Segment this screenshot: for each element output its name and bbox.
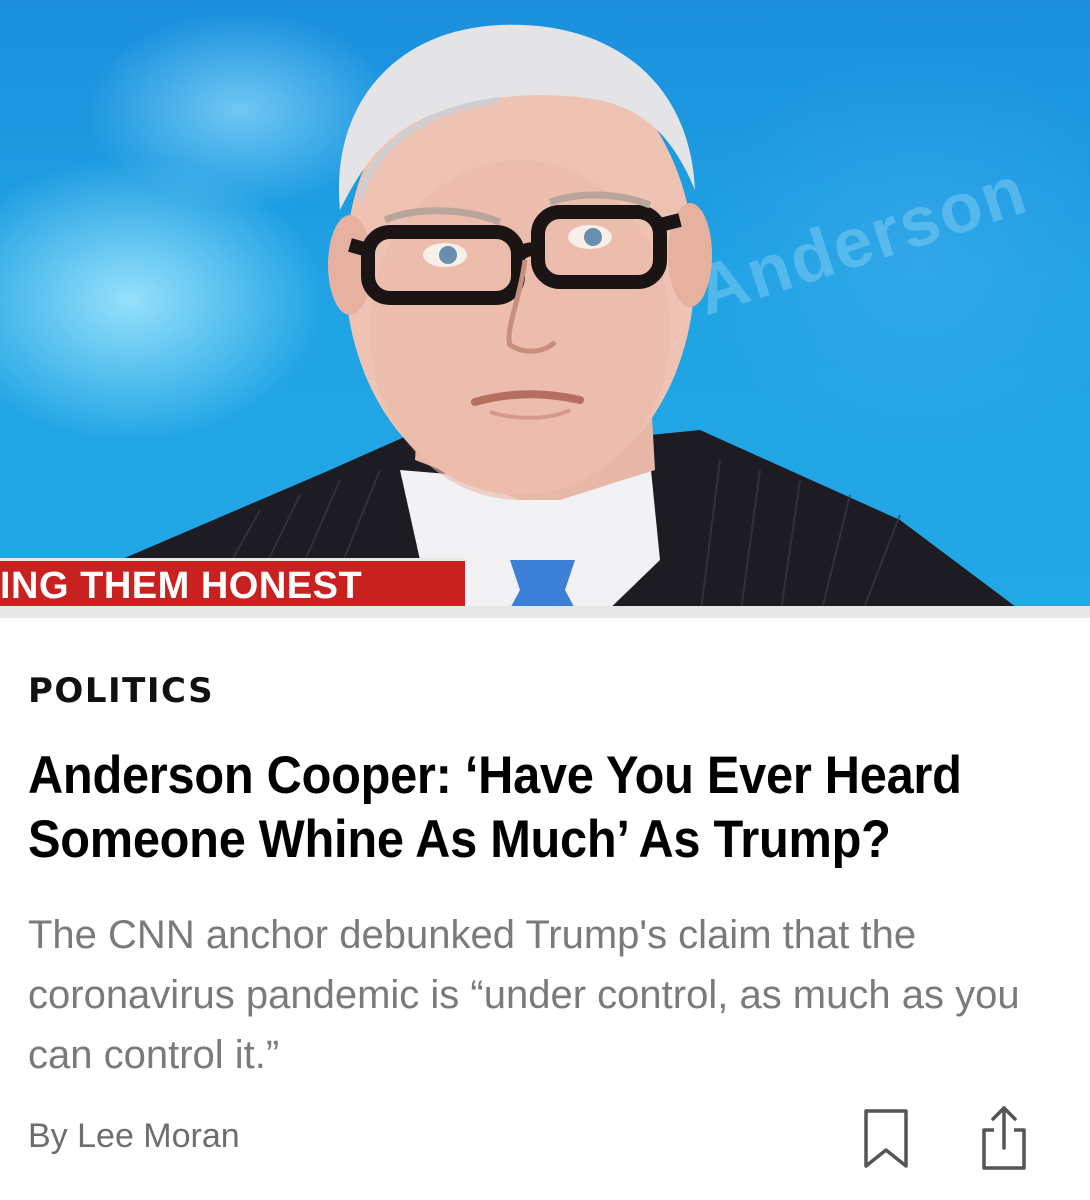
news-chyron: ING THEM HONEST [0,558,465,611]
chyron-text: ING THEM HONEST [0,565,363,607]
anchor-photo [40,24,1020,618]
hero-image[interactable]: Anderson ING THEM HONEST [0,0,1090,618]
hero-bottom-bar [0,606,1090,618]
share-icon[interactable] [978,1104,1030,1172]
bookmark-icon[interactable] [862,1108,910,1170]
author-byline[interactable]: By Lee Moran [28,1117,240,1156]
category-label[interactable]: POLITICS [28,671,214,711]
article-subhead: The CNN anchor debunked Trump's claim th… [28,913,1020,1077]
article-headline[interactable]: Anderson Cooper: ‘Have You Ever Heard So… [28,744,994,872]
